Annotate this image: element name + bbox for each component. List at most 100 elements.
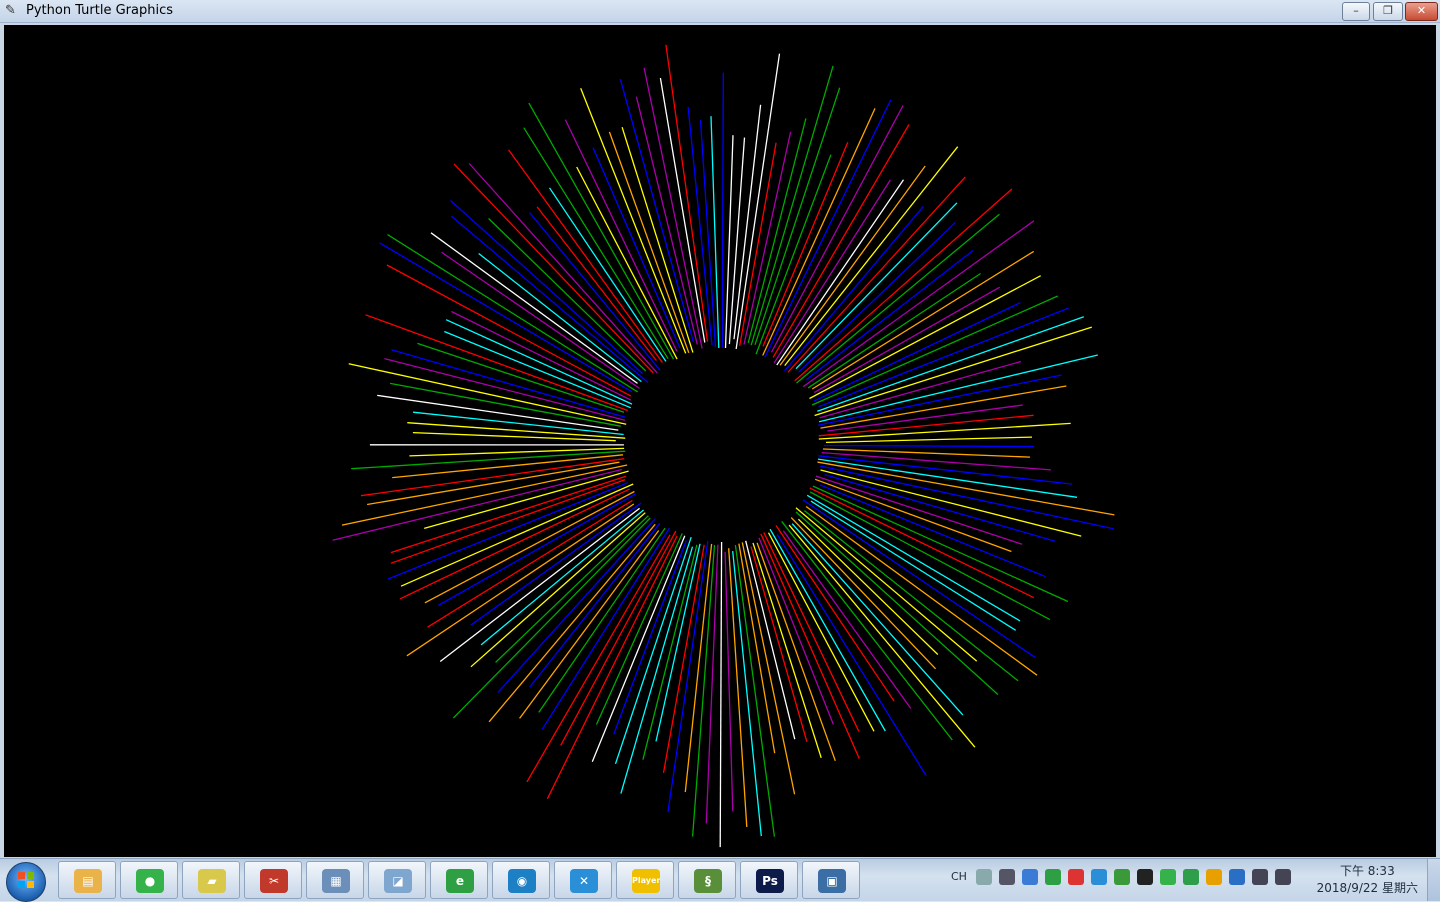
ray-line (351, 451, 625, 469)
ray-line (431, 233, 638, 384)
ray-line (753, 543, 821, 758)
ray-line (520, 531, 659, 719)
ray-line (815, 479, 1011, 551)
ray-line (775, 524, 894, 701)
browser-icon[interactable] (1206, 869, 1222, 885)
taskbar: ▤ ● ▰ ✂ ▦ ◪ e ◉ ✕ Player § Ps▣ CH 下午 8:33 2018/9/22… (0, 858, 1440, 901)
360-safe-icon[interactable] (1045, 869, 1061, 885)
center-circle (625, 348, 819, 542)
ray-line (772, 105, 904, 352)
turtle-canvas[interactable] (4, 25, 1436, 857)
ray-line (735, 545, 774, 837)
ray-line (706, 545, 718, 824)
start-button[interactable] (6, 862, 46, 902)
ray-line (597, 532, 683, 725)
close-button[interactable]: ✕ (1405, 2, 1438, 21)
volume-icon[interactable] (1275, 869, 1291, 885)
qq-icon[interactable] (1137, 869, 1153, 885)
taskbar-app-calculator[interactable]: ▦ (306, 861, 364, 899)
taskbar-app-snipping-tool[interactable]: ✂ (244, 861, 302, 899)
minimize-button[interactable]: – (1342, 2, 1370, 21)
ray-line (609, 132, 688, 353)
windows-logo-icon (18, 872, 34, 888)
ray-line (413, 433, 616, 441)
ray-line (664, 545, 705, 773)
browser-360-icon: e (446, 869, 474, 893)
ray-line (798, 222, 955, 372)
taskbar-app-browser-360[interactable]: e (430, 861, 488, 899)
ray-line (813, 486, 1068, 601)
sticky-notes-icon: ▰ (198, 869, 226, 893)
ray-line (755, 155, 831, 356)
ray-line (722, 73, 723, 349)
ray-line (822, 453, 1051, 470)
wechat-tray-icon[interactable] (1160, 869, 1176, 885)
360-guard-icon[interactable] (1183, 869, 1199, 885)
language-indicator[interactable]: CH (951, 870, 967, 883)
onedrive-icon[interactable] (1022, 869, 1038, 885)
ray-line (542, 528, 669, 729)
taskbar-app-python[interactable]: ▣ (802, 861, 860, 899)
network-icon[interactable] (1252, 869, 1268, 885)
ray-line (780, 166, 925, 365)
xmind-tray-icon[interactable] (1091, 869, 1107, 885)
ray-line (755, 88, 840, 345)
taskbar-app-wechat[interactable]: ● (120, 861, 178, 899)
ray-line (824, 446, 1034, 447)
ray-line (746, 541, 795, 739)
keyboard-icon[interactable] (976, 869, 992, 885)
starburst-drawing (4, 25, 1436, 857)
network-grid-icon[interactable] (1229, 869, 1245, 885)
qq-music-icon[interactable] (1068, 869, 1084, 885)
taskbar-app-file-explorer[interactable]: ▤ (58, 861, 116, 899)
ray-line (823, 449, 1030, 457)
calculator-icon: ▦ (322, 869, 350, 893)
ray-line (806, 507, 1037, 676)
player-icon: Player (632, 869, 660, 893)
wechat-icon: ● (136, 869, 164, 893)
ray-line (817, 456, 1072, 484)
notepad-icon: ◪ (384, 869, 412, 893)
show-desktop-button[interactable] (1427, 859, 1440, 901)
ime-icon[interactable] (999, 869, 1015, 885)
ray-line (748, 118, 806, 343)
ray-line (644, 68, 702, 349)
ray-line (391, 350, 625, 417)
ray-line (380, 243, 632, 392)
ray-line (817, 423, 1071, 439)
clock-date: 2018/9/22 星期六 (1317, 880, 1418, 897)
ray-line (720, 541, 721, 847)
turtle-window: ✎ Python Turtle Graphics – ❐ ✕ (0, 0, 1440, 858)
ray-line (453, 518, 650, 718)
feather-icon: ✎ (5, 3, 17, 19)
ray-line (763, 108, 875, 355)
ray-line (539, 528, 665, 712)
maximize-button[interactable]: ❐ (1373, 2, 1403, 21)
ray-line (812, 251, 1033, 389)
taskbar-app-xmind[interactable]: ✕ (554, 861, 612, 899)
ray-line (367, 462, 619, 504)
clock[interactable]: 下午 8:33 2018/9/22 星期六 (1317, 863, 1418, 897)
ray-line (527, 535, 670, 782)
ray-line (409, 448, 624, 456)
ray-line (561, 531, 676, 745)
taskbar-app-notepad[interactable]: ◪ (368, 861, 426, 899)
taskbar-app-qq-browser[interactable]: ◉ (492, 861, 550, 899)
ray-line (744, 132, 791, 345)
ray-line (711, 116, 719, 348)
window-title: Python Turtle Graphics (26, 3, 173, 19)
taskbar-app-player[interactable]: Player (616, 861, 674, 899)
python-idle-icon: § (694, 869, 722, 893)
taskbar-app-python-idle[interactable]: § (678, 861, 736, 899)
taskbar-app-sticky-notes[interactable]: ▰ (182, 861, 240, 899)
title-bar[interactable]: ✎ Python Turtle Graphics – ❐ ✕ (0, 0, 1440, 23)
ray-line (451, 216, 648, 383)
ray-line (489, 524, 655, 722)
taskbar-app-photoshop[interactable]: Ps (740, 861, 798, 899)
ray-line (577, 167, 678, 361)
ray-line (827, 405, 1023, 431)
shield-icon[interactable] (1114, 869, 1130, 885)
qq-browser-icon: ◉ (508, 869, 536, 893)
ray-line (666, 45, 708, 342)
ray-line (818, 375, 1062, 425)
